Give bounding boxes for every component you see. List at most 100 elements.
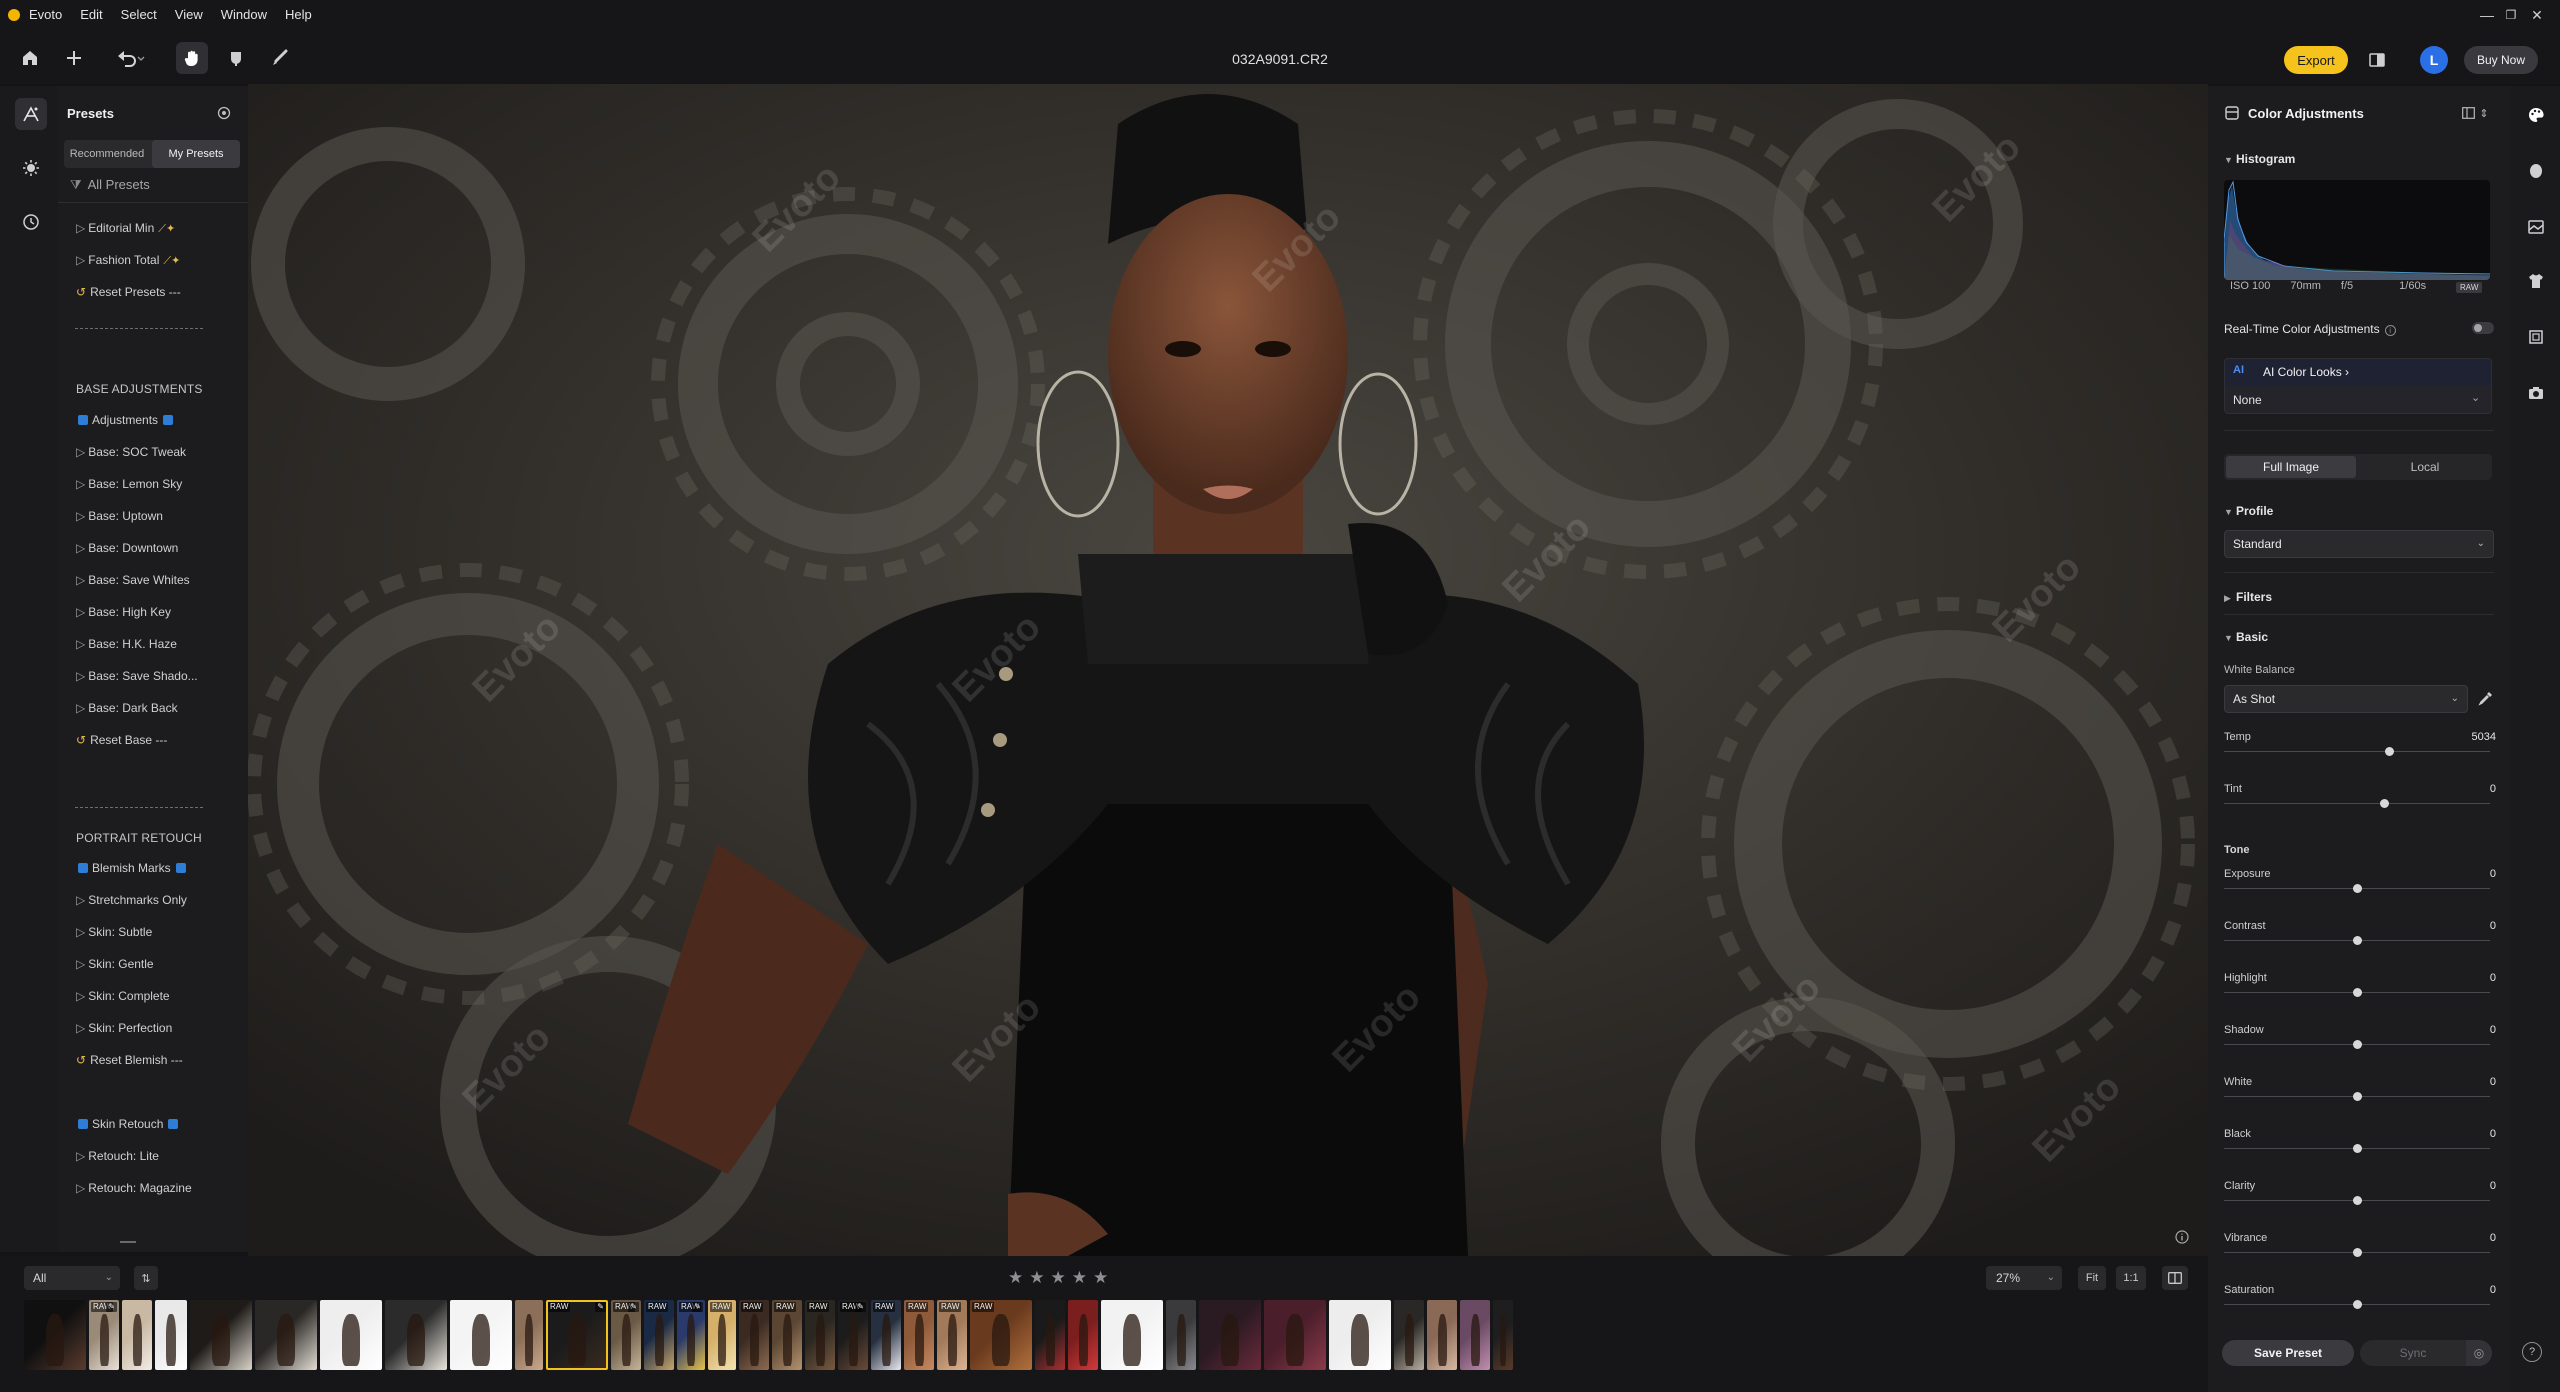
sync-button[interactable]: Sync bbox=[2360, 1340, 2466, 1366]
filmstrip-thumbnail[interactable] bbox=[1329, 1300, 1391, 1370]
white-balance-select[interactable]: As Shot ⌄ bbox=[2224, 685, 2468, 713]
panel-layout-button[interactable] bbox=[2460, 105, 2476, 121]
camera-rail-button[interactable] bbox=[2523, 380, 2549, 406]
help-button[interactable]: ? bbox=[2522, 1342, 2542, 1362]
menu-view[interactable]: View bbox=[166, 0, 212, 30]
preset-item[interactable]: ▷ Retouch: Magazine bbox=[76, 1181, 192, 1195]
all-presets-filter[interactable]: ⧩ All Presets bbox=[70, 177, 150, 193]
slider-handle[interactable] bbox=[2384, 747, 2394, 756]
clothing-rail-button[interactable] bbox=[2523, 268, 2549, 294]
menu-evoto[interactable]: Evoto bbox=[20, 0, 71, 30]
filmstrip-thumbnail[interactable] bbox=[255, 1300, 317, 1370]
filters-section-header[interactable]: ▶ Filters bbox=[2224, 590, 2272, 604]
preset-item[interactable]: ▷ Base: Downtown bbox=[76, 541, 178, 555]
slider-shadow[interactable]: Shadow 0 bbox=[2224, 1024, 2496, 1054]
filmstrip-thumbnail[interactable] bbox=[122, 1300, 152, 1370]
filmstrip-thumbnail[interactable]: RAW ✎ bbox=[546, 1300, 608, 1370]
filmstrip-thumbnail[interactable] bbox=[385, 1300, 447, 1370]
slider-value[interactable]: 0 bbox=[2490, 972, 2496, 984]
slider-handle[interactable] bbox=[2353, 1040, 2362, 1049]
filmstrip-thumbnail[interactable] bbox=[1068, 1300, 1098, 1370]
buy-now-button[interactable]: Buy Now bbox=[2464, 46, 2538, 74]
filmstrip-thumbnail[interactable]: RAW bbox=[708, 1300, 736, 1370]
preset-item[interactable]: ▷ Base: Save Whites bbox=[76, 573, 190, 587]
slider-value[interactable]: 0 bbox=[2490, 1076, 2496, 1088]
crop-rail-button[interactable] bbox=[2523, 324, 2549, 350]
sync-settings-button[interactable]: ◎ bbox=[2466, 1340, 2492, 1366]
adjust-rail-button[interactable] bbox=[15, 152, 47, 184]
slider-exposure[interactable]: Exposure 0 bbox=[2224, 868, 2496, 898]
tab-my-presets[interactable]: My Presets bbox=[152, 140, 240, 168]
zoom-1to1-button[interactable]: 1:1 bbox=[2116, 1266, 2146, 1290]
filmstrip-filter-select[interactable]: All ⌄ bbox=[24, 1266, 120, 1290]
filmstrip-thumbnail[interactable] bbox=[320, 1300, 382, 1370]
filmstrip-thumbnail[interactable] bbox=[450, 1300, 512, 1370]
preset-item-reset[interactable]: ↺ Reset Base --- bbox=[76, 733, 167, 747]
slider-handle[interactable] bbox=[2353, 884, 2362, 893]
zoom-select[interactable]: 27% ⌄ bbox=[1986, 1266, 2062, 1290]
tab-full-image[interactable]: Full Image bbox=[2226, 456, 2356, 478]
preset-item[interactable]: ▷ Skin: Gentle bbox=[76, 957, 154, 971]
filmstrip-thumbnail[interactable]: RAW bbox=[904, 1300, 934, 1370]
preset-item[interactable]: ▷ Base: Dark Back bbox=[76, 701, 178, 715]
realtime-toggle[interactable] bbox=[2472, 322, 2494, 334]
filmstrip-thumbnail[interactable] bbox=[1460, 1300, 1490, 1370]
slider-handle[interactable] bbox=[2353, 988, 2362, 997]
filmstrip-thumbnail[interactable] bbox=[1199, 1300, 1261, 1370]
eyedropper-button[interactable] bbox=[2478, 690, 2496, 708]
slider-clarity[interactable]: Clarity 0 bbox=[2224, 1180, 2496, 1210]
filmstrip-thumbnail[interactable]: RAW ✎ bbox=[838, 1300, 868, 1370]
preset-item[interactable]: ▷ Base: Uptown bbox=[76, 509, 163, 523]
color-rail-button[interactable] bbox=[2523, 102, 2549, 128]
preset-item[interactable]: ▷ Skin: Perfection bbox=[76, 1021, 172, 1035]
slider-handle[interactable] bbox=[2353, 1092, 2362, 1101]
filmstrip-thumbnail[interactable] bbox=[1394, 1300, 1424, 1370]
slider-track[interactable] bbox=[2224, 751, 2490, 752]
preset-item[interactable]: ▷ Base: SOC Tweak bbox=[76, 445, 186, 459]
face-rail-button[interactable] bbox=[2523, 158, 2549, 184]
zoom-fit-button[interactable]: Fit bbox=[2078, 1266, 2106, 1290]
slider-value[interactable]: 0 bbox=[2490, 1128, 2496, 1140]
preset-item[interactable]: ▷ Stretchmarks Only bbox=[76, 893, 187, 907]
add-button[interactable] bbox=[58, 42, 90, 74]
filmstrip-thumbnail[interactable] bbox=[1493, 1300, 1513, 1370]
preset-item[interactable]: ▷ Fashion Total ⟋✦ bbox=[76, 253, 180, 268]
chevron-down-icon[interactable]: ⌄ bbox=[2471, 391, 2480, 404]
panel-resize-handle[interactable] bbox=[120, 1241, 136, 1243]
filmstrip-thumbnail[interactable] bbox=[515, 1300, 543, 1370]
preset-item-reset[interactable]: ↺ Reset Presets --- bbox=[76, 285, 181, 299]
slider-value[interactable]: 0 bbox=[2490, 1232, 2496, 1244]
filmstrip-thumbnail[interactable]: RAW bbox=[805, 1300, 835, 1370]
ai-color-looks-header[interactable]: AI AI Color Looks › bbox=[2225, 359, 2491, 385]
tab-local[interactable]: Local bbox=[2360, 456, 2490, 478]
export-button[interactable]: Export bbox=[2284, 46, 2348, 74]
user-avatar[interactable]: L bbox=[2420, 46, 2448, 74]
filmstrip-thumbnail[interactable] bbox=[1035, 1300, 1065, 1370]
slider-black[interactable]: Black 0 bbox=[2224, 1128, 2496, 1158]
layout-toggle-button[interactable] bbox=[2162, 1266, 2188, 1290]
filmstrip-thumbnail[interactable] bbox=[1101, 1300, 1163, 1370]
slider-value[interactable]: 0 bbox=[2490, 1180, 2496, 1192]
image-info-button[interactable] bbox=[2175, 1230, 2191, 1246]
star-icon[interactable]: ★ bbox=[1008, 1266, 1023, 1290]
filmstrip-thumbnail[interactable]: RAW bbox=[644, 1300, 674, 1370]
filmstrip-thumbnail[interactable] bbox=[190, 1300, 252, 1370]
filmstrip-thumbnail[interactable] bbox=[24, 1300, 86, 1370]
image-canvas[interactable]: Evoto Evoto Evoto Evoto Evoto Evoto Evot… bbox=[248, 84, 2208, 1256]
profile-section-header[interactable]: ▼ Profile bbox=[2224, 504, 2273, 518]
slider-handle[interactable] bbox=[2353, 936, 2362, 945]
preset-item-reset[interactable]: ↺ Reset Blemish --- bbox=[76, 1053, 183, 1067]
preset-item[interactable]: ▷ Skin: Subtle bbox=[76, 925, 152, 939]
slider-handle[interactable] bbox=[2353, 1300, 2362, 1309]
sort-button[interactable]: ⇅ bbox=[134, 1266, 158, 1290]
slider-value[interactable]: 0 bbox=[2490, 920, 2496, 932]
slider-contrast[interactable]: Contrast 0 bbox=[2224, 920, 2496, 950]
preset-item[interactable]: ▷ Base: Save Shado... bbox=[76, 669, 198, 683]
menu-help[interactable]: Help bbox=[276, 0, 321, 30]
slider-temp[interactable]: Temp 5034 bbox=[2224, 731, 2496, 761]
home-button[interactable] bbox=[14, 42, 46, 74]
brush-tool-button[interactable] bbox=[264, 42, 296, 74]
filmstrip-thumbnail[interactable] bbox=[1427, 1300, 1457, 1370]
filmstrip-thumbnail[interactable] bbox=[1166, 1300, 1196, 1370]
profile-select[interactable]: Standard ⌄ bbox=[2224, 530, 2494, 558]
